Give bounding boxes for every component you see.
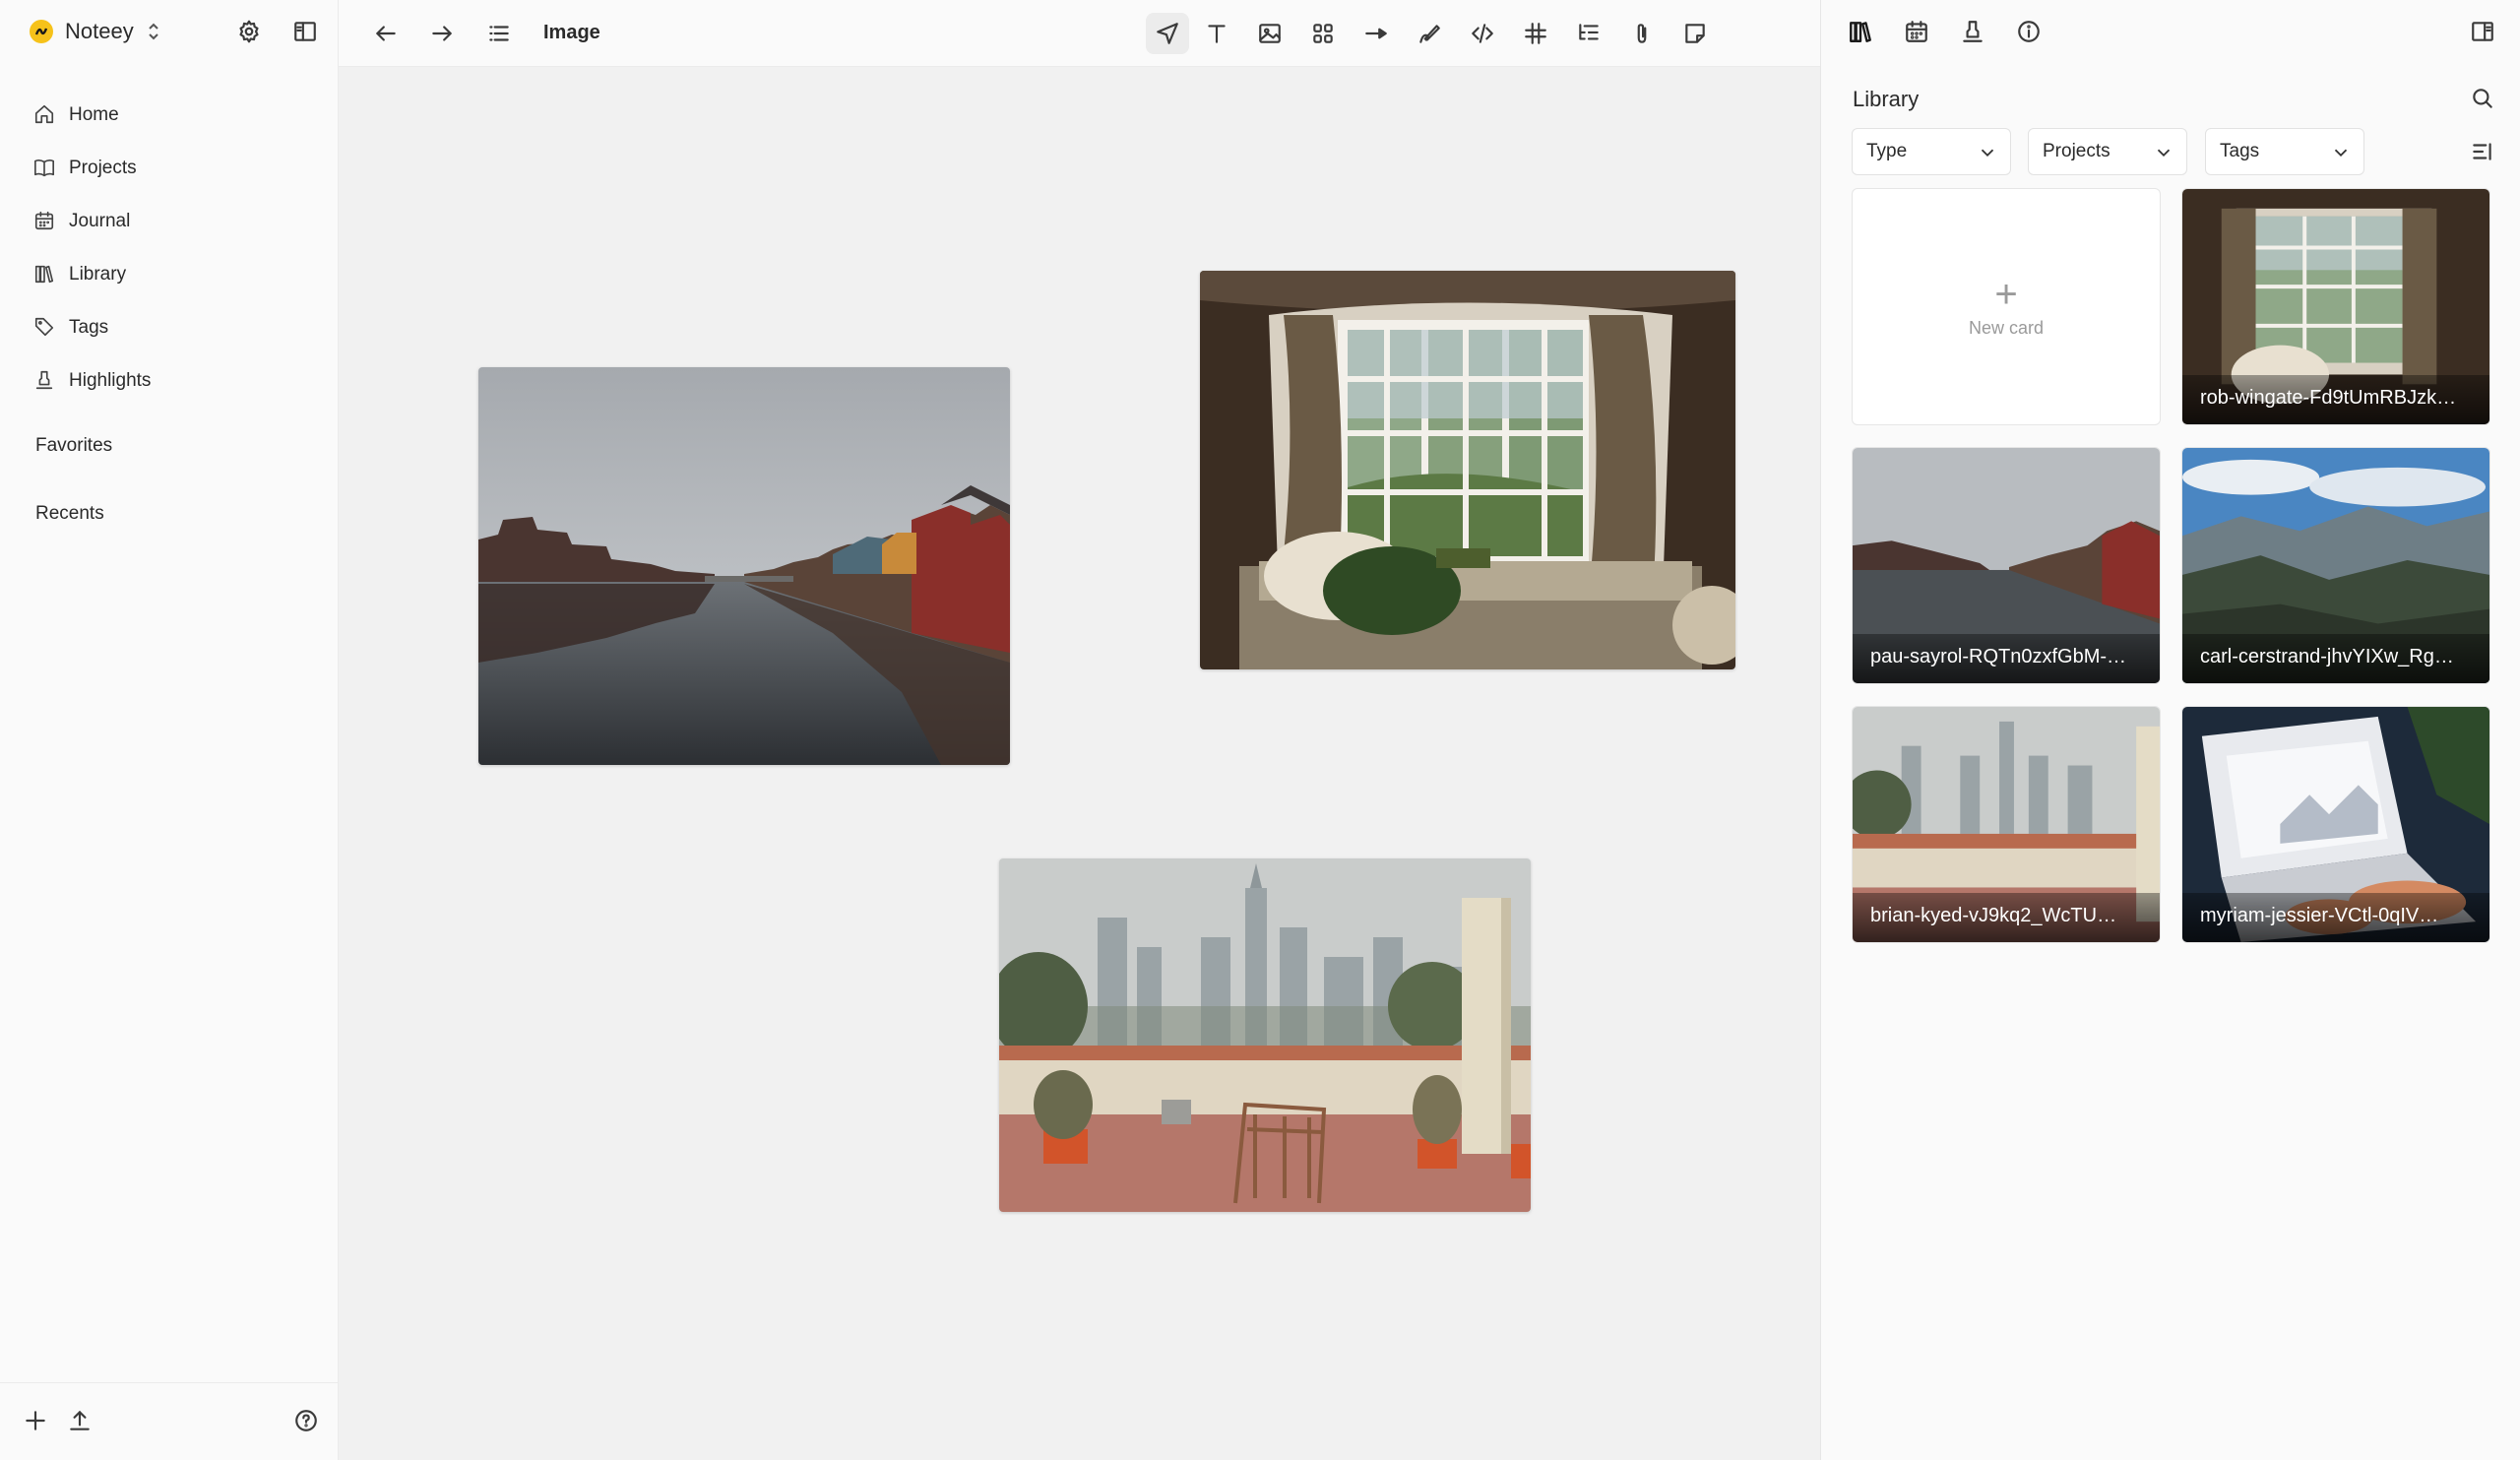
type-filter-dropdown[interactable]: Type	[1852, 128, 2011, 175]
library-icon	[33, 263, 57, 286]
highlighter-tab-icon[interactable]	[1955, 14, 1990, 49]
library-tab-icon[interactable]	[1843, 14, 1878, 49]
card-title: brian-kyed-vJ9kq2_WcTU…	[1853, 893, 2160, 942]
sidebar-item-label: Journal	[69, 211, 131, 231]
chevron-down-icon	[1977, 142, 1998, 163]
pen-tool-icon[interactable]	[1412, 16, 1447, 51]
tag-icon	[33, 316, 57, 340]
canvas-image-city-terrace[interactable]	[999, 858, 1531, 1212]
sticky-note-tool-icon[interactable]	[1677, 16, 1713, 51]
library-card[interactable]: pau-sayrol-RQTn0zxfGbM-…	[1852, 447, 2161, 684]
plus-icon: +	[1994, 273, 2018, 316]
new-card-label: New card	[1968, 318, 2045, 338]
text-tool-icon[interactable]	[1199, 16, 1234, 51]
search-icon[interactable]	[2465, 81, 2500, 116]
book-icon	[33, 157, 57, 180]
attachment-tool-icon[interactable]	[1624, 16, 1660, 51]
library-card[interactable]: myriam-jessier-VCtl-0qIV…	[2181, 706, 2490, 943]
app-logo-icon	[30, 20, 53, 43]
whiteboard-canvas[interactable]	[339, 67, 1820, 1460]
sidebar-nav: Home Projects Journal Library Tags Highl…	[33, 89, 309, 408]
back-arrow-icon[interactable]	[368, 16, 404, 51]
info-tab-icon[interactable]	[2011, 14, 2047, 49]
sidebar-item-home[interactable]: Home	[33, 89, 309, 142]
tags-filter-dropdown[interactable]: Tags	[2205, 128, 2364, 175]
favorites-section[interactable]: Favorites	[35, 435, 112, 457]
sidebar-item-highlights[interactable]: Highlights	[33, 354, 309, 408]
library-card[interactable]: rob-wingate-Fd9tUmRBJzk…	[2181, 188, 2490, 425]
home-icon	[33, 103, 57, 127]
filter-label: Tags	[2220, 141, 2260, 161]
image-tool-icon[interactable]	[1252, 16, 1288, 51]
filter-label: Type	[1866, 141, 1908, 161]
sidebar-item-label: Projects	[69, 158, 137, 178]
table-tool-icon[interactable]	[1518, 16, 1553, 51]
calendar-tab-icon[interactable]	[1899, 14, 1934, 49]
canvas-image-window[interactable]	[1200, 271, 1735, 669]
sidebar-item-label: Home	[69, 104, 119, 125]
sidebar-item-tags[interactable]: Tags	[33, 301, 309, 354]
left-sidebar: Noteey Home Projects Journal Library Tag…	[0, 0, 339, 1460]
gear-icon[interactable]	[231, 14, 267, 49]
select-tool-icon[interactable]	[1146, 13, 1189, 54]
sidebar-footer	[0, 1382, 339, 1460]
card-title: myriam-jessier-VCtl-0qIV…	[2182, 893, 2489, 942]
library-card[interactable]: brian-kyed-vJ9kq2_WcTU…	[1852, 706, 2161, 943]
document-title: Image	[543, 22, 600, 43]
sort-icon[interactable]	[2465, 134, 2500, 169]
outline-tool-icon[interactable]	[1571, 16, 1606, 51]
projects-filter-dropdown[interactable]: Projects	[2028, 128, 2187, 175]
filter-label: Projects	[2043, 141, 2110, 161]
right-panel-toggle-icon[interactable]	[2465, 14, 2500, 49]
panel-title: Library	[1853, 87, 1920, 111]
sidebar-item-label: Library	[69, 264, 127, 285]
calendar-icon	[33, 210, 57, 233]
chevron-down-icon	[2330, 142, 2352, 163]
arrow-tool-icon[interactable]	[1358, 16, 1394, 51]
library-card[interactable]: carl-cerstrand-jhvYIXw_Rg…	[2181, 447, 2490, 684]
upload-icon[interactable]	[62, 1403, 97, 1438]
card-title: rob-wingate-Fd9tUmRBJzk…	[2182, 375, 2489, 424]
help-icon[interactable]	[288, 1403, 324, 1438]
group-tool-icon[interactable]	[1305, 16, 1341, 51]
sidebar-item-projects[interactable]: Projects	[33, 142, 309, 195]
canvas-image-canal[interactable]	[478, 367, 1010, 765]
workspace-switcher[interactable]: Noteey	[30, 19, 161, 44]
sidebar-header: Noteey	[30, 14, 316, 49]
card-title: pau-sayrol-RQTn0zxfGbM-…	[1853, 634, 2160, 683]
recents-section[interactable]: Recents	[35, 503, 104, 525]
outline-list-icon[interactable]	[481, 16, 517, 51]
workspace-name: Noteey	[65, 19, 134, 43]
top-toolbar: Image	[339, 0, 1820, 67]
chevron-updown-icon	[146, 21, 161, 42]
forward-arrow-icon[interactable]	[424, 16, 460, 51]
sidebar-toggle-icon[interactable]	[287, 14, 323, 49]
library-panel: Library Type Projects Tags + New card ro	[1820, 0, 2520, 1460]
sidebar-item-library[interactable]: Library	[33, 248, 309, 301]
sidebar-item-label: Tags	[69, 317, 109, 338]
sidebar-item-journal[interactable]: Journal	[33, 195, 309, 248]
sidebar-item-label: Highlights	[69, 370, 152, 391]
code-tool-icon[interactable]	[1465, 16, 1500, 51]
highlighter-icon	[33, 369, 57, 393]
plus-icon[interactable]	[18, 1403, 53, 1438]
chevron-down-icon	[2153, 142, 2174, 163]
new-card-button[interactable]: + New card	[1852, 188, 2161, 425]
panel-tabs	[1821, 0, 2520, 67]
card-title: carl-cerstrand-jhvYIXw_Rg…	[2182, 634, 2489, 683]
